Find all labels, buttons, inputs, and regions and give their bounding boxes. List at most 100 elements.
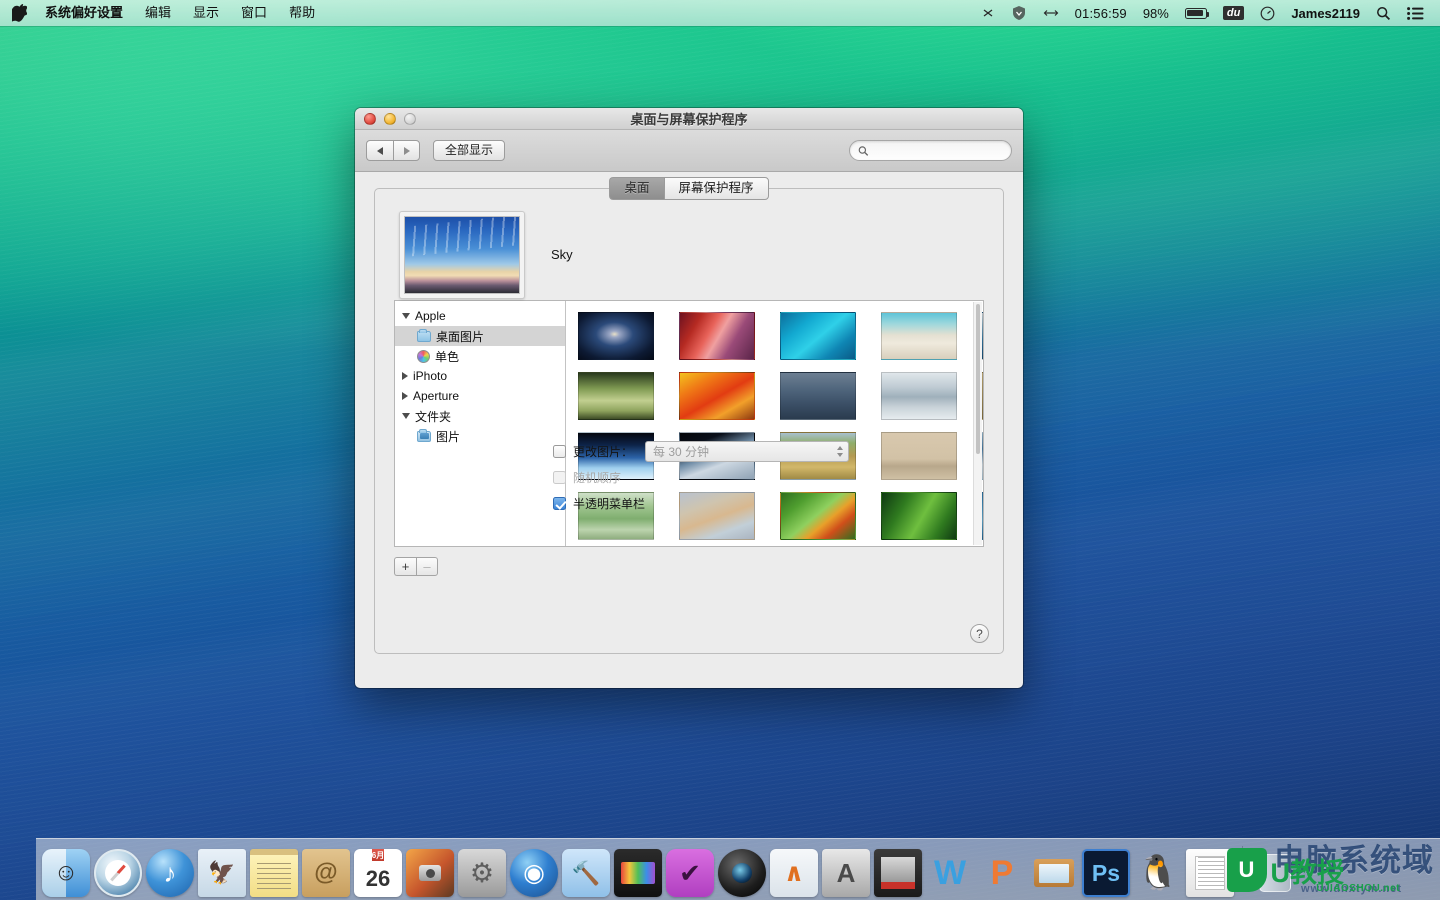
dock-item-trash[interactable] [1251,849,1299,897]
sidebar-item-desktop-pictures[interactable]: 桌面图片 [395,326,565,346]
wallpaper-thumbnail-desert-bird[interactable] [982,372,983,420]
dock-separator [1242,846,1243,890]
dock-item-finder[interactable]: ☺ [42,849,90,897]
scrollbar-thumb[interactable] [976,304,980,454]
sidebar-item-label: iPhoto [413,369,447,383]
dock-item-qq[interactable]: 🐧 [1134,849,1182,897]
du-badge-icon[interactable]: du [1215,0,1252,26]
camera-icon [419,865,441,881]
wallpaper-thumbnail-grass-field[interactable] [578,372,654,420]
dock-item-camera-app[interactable] [718,849,766,897]
apple-logo-icon[interactable] [0,4,34,22]
dock-item-google-earth[interactable]: ◉ [510,849,558,897]
wallpaper-thumbnail-blue-waves[interactable] [780,312,856,360]
dock-item-acrobat[interactable] [874,849,922,897]
shield-icon[interactable] [1003,0,1035,26]
at-sign-icon: @ [314,859,337,887]
network-arrows-icon[interactable] [1035,0,1067,26]
dock-item-photoshop[interactable]: Ps [1082,849,1130,897]
dock-item-mail[interactable]: 🦅 [198,849,246,897]
sidebar-item-folders[interactable]: 文件夹 [395,406,565,426]
wallpaper-thumbnail-frozen-reeds[interactable] [982,312,983,360]
close-button[interactable] [364,113,376,125]
change-picture-checkbox[interactable] [553,445,566,458]
disclosure-triangle-closed-icon[interactable] [402,392,408,400]
window-title-bar[interactable]: 桌面与屏幕保护程序 [355,108,1023,130]
back-button[interactable] [366,140,393,161]
dock-item-system-preferences[interactable]: ⚙ [458,849,506,897]
sidebar-item-apple[interactable]: Apple [395,306,565,326]
clock-icon[interactable] [1252,0,1283,26]
wallpaper-thumbnail-misty-lake[interactable] [881,372,957,420]
dock-item-notes[interactable] [250,849,298,897]
dock-item-itunes[interactable]: ♪ [146,849,194,897]
dock-item-wps-writer[interactable]: W [926,849,974,897]
tab-bar: 桌面 屏幕保护程序 [375,177,1003,200]
battery-icon[interactable] [1177,0,1215,26]
dock-item-matlab[interactable]: ∧ [770,849,818,897]
help-button[interactable]: ? [970,624,989,643]
disclosure-triangle-open-icon[interactable] [402,313,410,319]
dock-item-things[interactable]: ✔ [666,849,714,897]
translucent-menubar-row: 半透明菜单栏 [553,493,989,514]
show-all-button[interactable]: 全部显示 [433,140,505,161]
sidebar-item-pictures[interactable]: 图片 [395,426,565,446]
translucent-menubar-checkbox[interactable] [553,497,566,510]
sidebar-item-iphoto[interactable]: iPhoto [395,366,565,386]
toolbar-search-field[interactable] [849,140,1012,161]
dock-item-contacts[interactable]: @ [302,849,350,897]
menu-item-view[interactable]: 显示 [182,0,230,26]
book-icon [881,857,915,889]
wallpaper-thumbnail-beach-shore[interactable] [881,312,957,360]
dock-item-keynote[interactable] [1030,849,1078,897]
dock-item-adobe-app[interactable]: A [822,849,870,897]
menu-item-window[interactable]: 窗口 [230,0,278,26]
dock-item-wps-presentation[interactable]: P [978,849,1026,897]
tab-screensaver[interactable]: 屏幕保护程序 [664,177,769,200]
source-add-remove-buttons: + – [375,547,1003,576]
search-icon[interactable] [1368,0,1399,26]
stamp-bird-icon: 🦅 [208,860,235,886]
zoom-button[interactable] [404,113,416,125]
change-interval-popup[interactable]: 每 30 分钟 [645,441,849,462]
search-input[interactable] [874,144,1003,158]
wallpaper-preview-frame[interactable] [399,211,525,299]
dock-item-textedit[interactable] [1186,849,1234,897]
list-icon[interactable] [1399,0,1432,26]
menu-item-edit[interactable]: 编辑 [134,0,182,26]
matlab-glyph-icon: ∧ [784,858,804,888]
disclosure-triangle-closed-icon[interactable] [402,372,408,380]
battery-percent-label[interactable]: 98% [1135,0,1177,26]
wallpaper-thumbnail-blue-ripple[interactable] [780,372,856,420]
wallpaper-thumbnail-autumn-fire[interactable] [679,372,755,420]
menu-item-system-preferences[interactable]: 系统偏好设置 [34,0,134,26]
menu-item-help[interactable]: 帮助 [278,0,326,26]
menu-bar-clock[interactable]: 01:56:59 [1067,0,1135,26]
dock-item-calendar[interactable]: 6月26 [354,849,402,897]
preferences-panel: 桌面 屏幕保护程序 Sky Apple 桌面图片 单色 [374,188,1004,654]
navigation-buttons [366,140,420,161]
sidebar-item-solid-colors[interactable]: 单色 [395,346,565,366]
disclosure-triangle-open-icon[interactable] [402,413,410,419]
bluetooth-icon[interactable] [973,0,1003,26]
desktop-screensaver-preferences-window[interactable]: 桌面与屏幕保护程序 全部显示 桌面 屏幕保护程序 Sky [355,108,1023,688]
random-order-row: 随机顺序 [553,467,989,488]
add-folder-button[interactable]: + [394,557,416,576]
wallpaper-source-list[interactable]: Apple 桌面图片 单色 iPhoto Aperture [395,301,566,546]
forward-arrow-icon [404,147,410,155]
forward-button[interactable] [393,140,420,161]
dock-item-xcode[interactable]: 🔨 [562,849,610,897]
dock-item-final-cut-pro[interactable] [614,849,662,897]
sidebar-item-aperture[interactable]: Aperture [395,386,565,406]
podium-icon [1034,859,1074,887]
dock-item-iphoto[interactable] [406,849,454,897]
current-wallpaper-preview-row: Sky [375,189,1003,296]
dock-item-safari[interactable] [94,849,142,897]
minimize-button[interactable] [384,113,396,125]
wallpaper-thumbnail-galaxy[interactable] [578,312,654,360]
wallpaper-thumbnail-antelope-canyon[interactable] [679,312,755,360]
menu-bar-username[interactable]: James2119 [1283,0,1368,26]
dock: ☺ ♪ 🦅 @6月26 ⚙◉ 🔨 ✔ ∧ A WP Ps🐧 [36,838,1440,900]
tab-desktop[interactable]: 桌面 [609,177,663,200]
hammer-icon: 🔨 [572,860,601,887]
